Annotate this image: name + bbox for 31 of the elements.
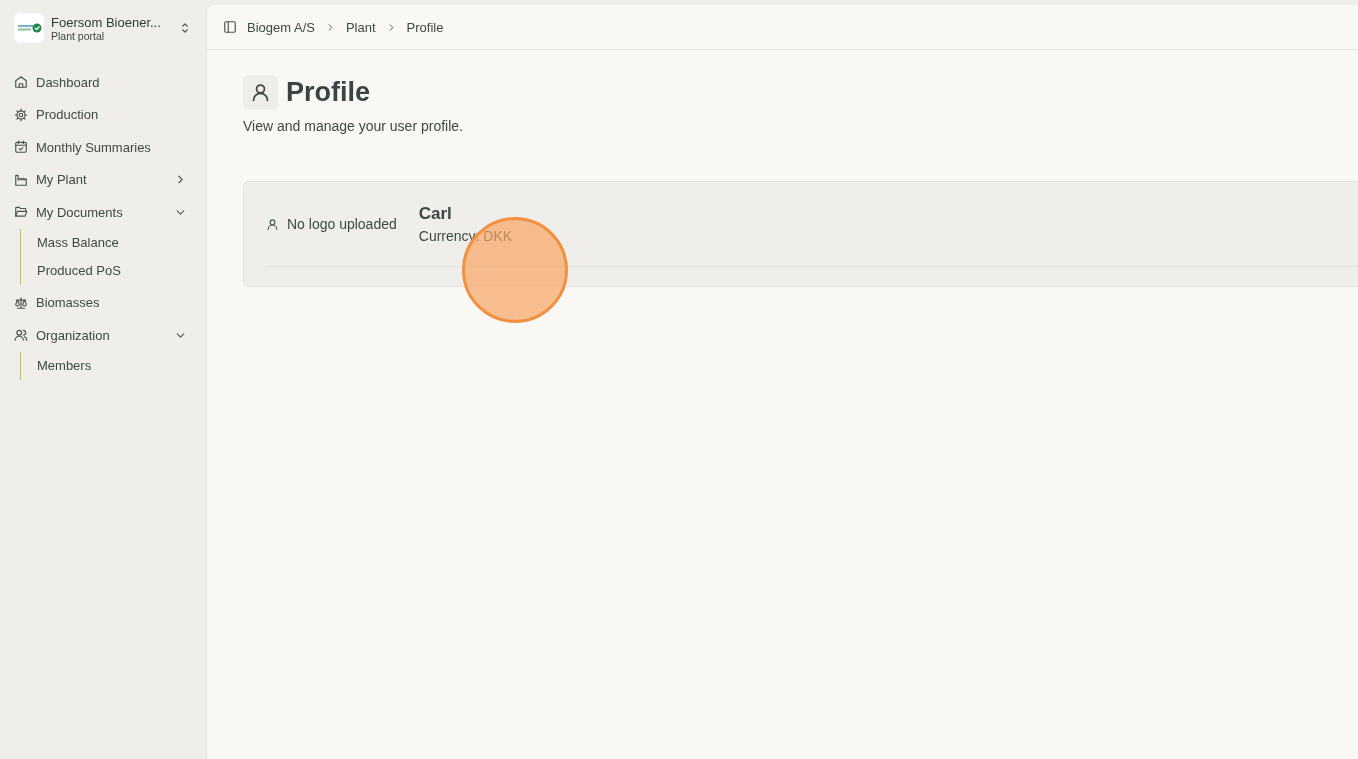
nav-item[interactable]: Monthly Summaries	[14, 131, 192, 164]
folder-icon	[14, 205, 28, 220]
nav-subitem[interactable]: Members	[37, 351, 192, 380]
factory-icon	[14, 172, 28, 187]
page-title: Profile	[286, 77, 371, 108]
calendar-icon	[14, 140, 28, 155]
breadcrumb-link[interactable]: Biogem A/S	[247, 19, 315, 35]
breadcrumb-link[interactable]: Plant	[345, 19, 376, 35]
org-switcher[interactable]: Foersom Bioener... Plant portal	[14, 13, 192, 43]
profile-name: Carl	[418, 204, 453, 224]
nav-item[interactable]: Dashboard	[14, 66, 192, 99]
page-subtitle: View and manage your user profile.	[243, 118, 464, 134]
nav-subitem[interactable]: Produced PoS	[37, 256, 192, 285]
org-subtitle: Plant portal	[51, 29, 106, 42]
users-icon	[14, 328, 28, 343]
logo-icon	[14, 13, 44, 43]
home-icon	[14, 75, 28, 90]
breadcrumb-current: Profile	[406, 19, 444, 35]
nav-item[interactable]: Biomasses	[14, 286, 192, 319]
nav-item[interactable]: My Documents	[14, 196, 192, 229]
sidebar-toggle-icon[interactable]	[223, 20, 237, 34]
nav-subitem[interactable]: Mass Balance	[37, 228, 192, 257]
nav-item[interactable]: Production	[14, 98, 192, 131]
nav-item[interactable]: My Plant	[14, 163, 192, 196]
nav-item[interactable]: Organization	[14, 319, 192, 352]
scale-icon	[14, 295, 28, 310]
org-name: Foersom Bioener...	[51, 14, 162, 30]
user-icon	[243, 75, 278, 110]
user-icon	[266, 217, 279, 231]
logo-placeholder-text: No logo uploaded	[287, 216, 397, 232]
gear-icon	[14, 107, 28, 122]
